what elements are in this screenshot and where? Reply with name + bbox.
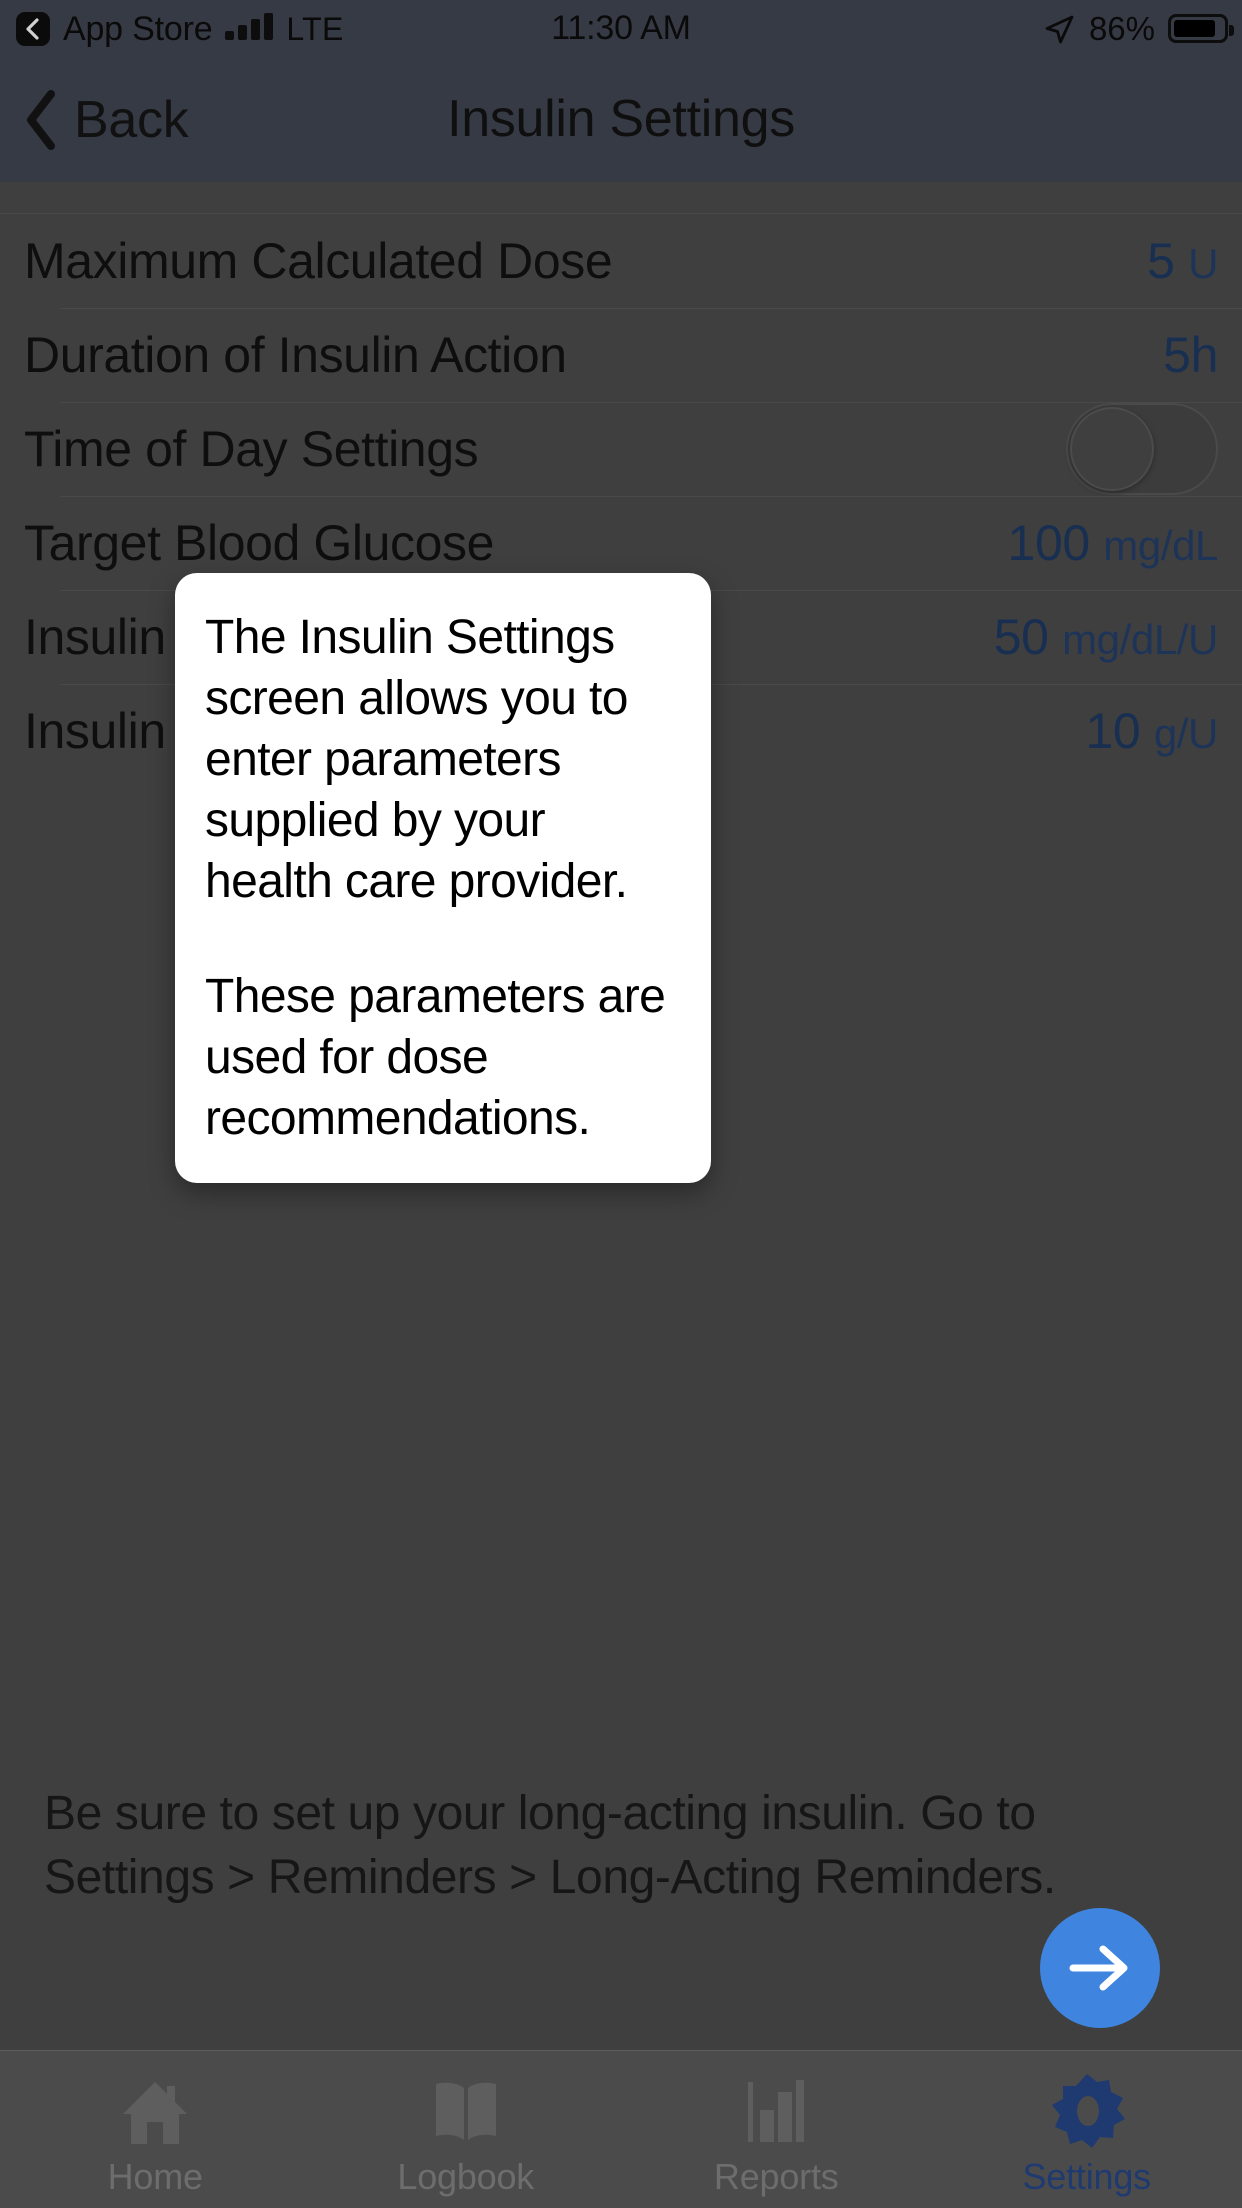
row-value: 5h	[1163, 326, 1218, 384]
row-value-number: 5h	[1163, 327, 1218, 383]
row-value-number: 100	[1007, 515, 1091, 571]
status-bar-right: 86%	[1042, 0, 1234, 57]
tab-label: Reports	[713, 2156, 839, 2197]
coach-tooltip: The Insulin Settings screen allows you t…	[175, 573, 711, 1183]
row-label: Target Blood Glucose	[24, 515, 495, 571]
battery-icon	[1168, 14, 1234, 43]
tab-bar: Home Logbook Reports Settings	[0, 2050, 1242, 2208]
row-value: 5 U	[1147, 232, 1218, 290]
row-value-number: 5	[1147, 233, 1175, 289]
settings-row-maximum-calculated-dose[interactable]: Maximum Calculated Dose 5 U	[0, 214, 1242, 308]
arrow-right-icon	[1069, 1945, 1128, 1991]
toggle-knob	[1070, 407, 1154, 491]
coach-tooltip-paragraph-2: These parameters are used for dose recom…	[205, 970, 666, 1145]
row-label: Time of Day Settings	[24, 421, 479, 477]
content-area: Maximum Calculated Dose 5 U Duration of …	[0, 182, 1242, 2208]
tab-label: Settings	[1022, 2156, 1152, 2197]
coach-tooltip-paragraph-1: The Insulin Settings screen allows you t…	[205, 611, 628, 908]
tab-settings[interactable]: Settings	[932, 2051, 1242, 2208]
navigation-bar: Back Insulin Settings	[0, 57, 1242, 182]
tab-label: Logbook	[397, 2156, 535, 2197]
list-top-spacer	[0, 182, 1242, 213]
footer-note: Be sure to set up your long-acting insul…	[44, 1787, 1056, 1904]
row-value-unit: mg/dL/U	[1062, 616, 1218, 663]
bar-chart-icon	[738, 2071, 814, 2153]
book-icon	[428, 2071, 504, 2153]
row-label: Maximum Calculated Dose	[24, 233, 613, 289]
row-value: 10 g/U	[1086, 702, 1219, 760]
gear-icon	[1047, 2071, 1127, 2153]
tab-label: Home	[107, 2156, 203, 2197]
location-arrow-icon	[1045, 15, 1074, 43]
row-value-unit: mg/dL	[1103, 522, 1218, 569]
row-value-number: 10	[1085, 703, 1141, 759]
tab-logbook[interactable]: Logbook	[311, 2051, 622, 2208]
row-value-unit: g/U	[1153, 710, 1219, 757]
app-screen: App Store LTE 11:30 AM 86% Back Insulin …	[0, 0, 1242, 2208]
home-icon	[117, 2071, 193, 2153]
page-title: Insulin Settings	[447, 90, 795, 148]
row-value-number: 50	[993, 609, 1049, 665]
row-label: Duration of Insulin Action	[24, 327, 567, 383]
settings-row-duration-of-insulin-action[interactable]: Duration of Insulin Action 5h	[0, 308, 1242, 402]
row-value: 50 mg/dL/U	[993, 608, 1219, 666]
tab-home[interactable]: Home	[0, 2051, 311, 2208]
row-value: 100 mg/dL	[1007, 514, 1219, 572]
next-button[interactable]	[1040, 1908, 1160, 2028]
row-value-unit: U	[1188, 240, 1218, 287]
battery-percent-label: 86%	[1088, 10, 1155, 47]
status-bar: App Store LTE 11:30 AM 86%	[0, 0, 1242, 57]
tab-reports[interactable]: Reports	[621, 2051, 932, 2208]
settings-row-time-of-day-settings[interactable]: Time of Day Settings	[0, 402, 1242, 496]
time-of-day-settings-toggle[interactable]	[1066, 403, 1218, 495]
